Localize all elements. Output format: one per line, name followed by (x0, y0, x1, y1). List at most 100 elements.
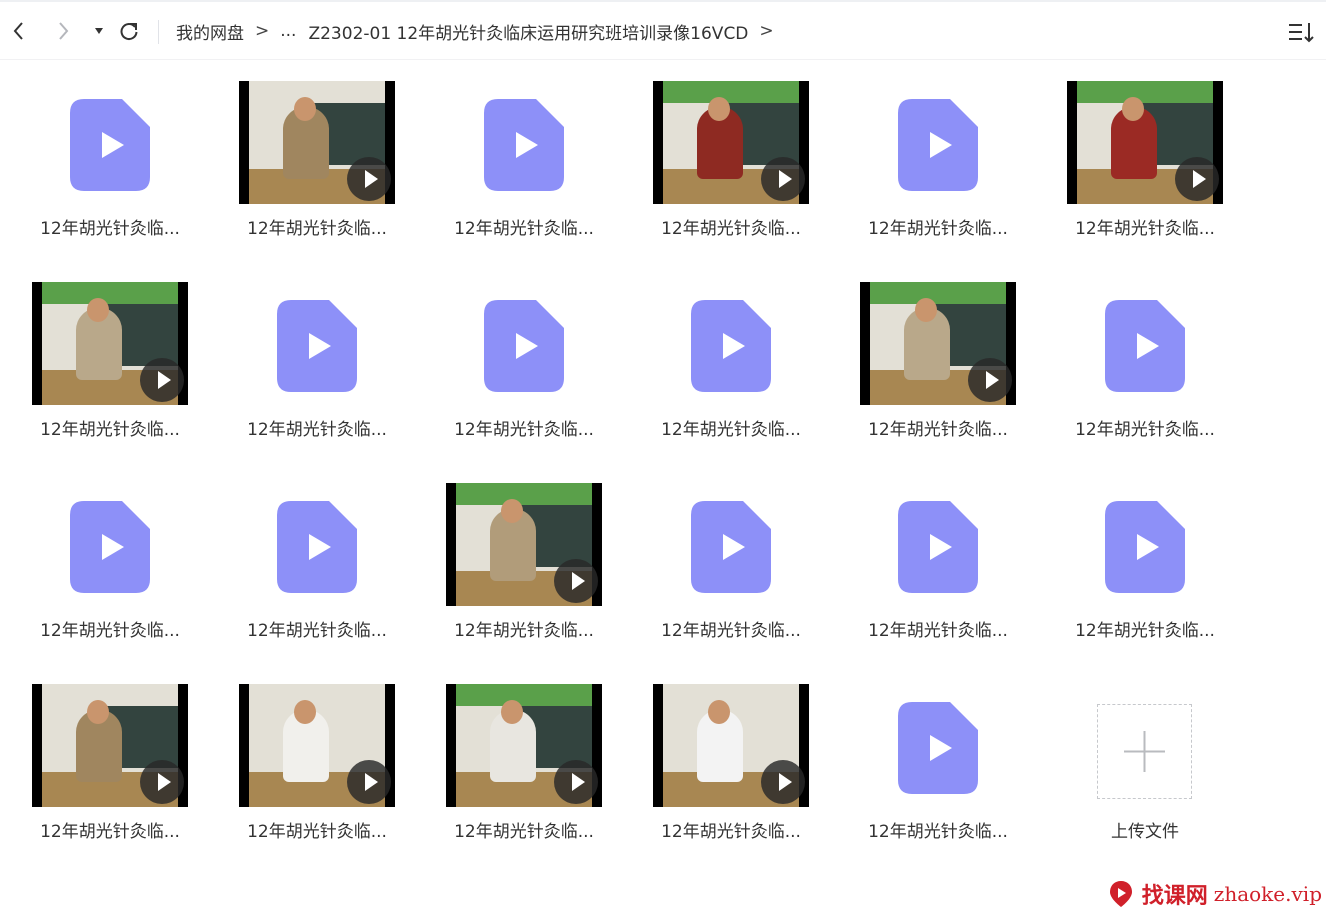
video-file-icon (898, 702, 978, 794)
toolbar: 我的网盘 > ... Z2302-01 12年胡光针灸临床运用研究班培训录像16… (0, 2, 1326, 60)
breadcrumb-separator: > (759, 21, 774, 41)
play-icon (140, 760, 184, 804)
file-name: 12年胡光针灸临... (40, 219, 180, 239)
video-file-icon (277, 300, 357, 392)
video-thumbnail (446, 684, 602, 807)
file-tile[interactable]: 12年胡光针灸临... (429, 282, 619, 472)
video-file-icon (898, 99, 978, 191)
refresh-button[interactable] (116, 16, 142, 46)
file-name: 12年胡光针灸临... (247, 219, 387, 239)
video-thumbnail (1067, 81, 1223, 204)
video-file-icon (691, 300, 771, 392)
file-name: 12年胡光针灸临... (454, 621, 594, 641)
file-tile[interactable]: 12年胡光针灸临... (15, 684, 205, 874)
video-thumbnail (446, 483, 602, 606)
file-tile[interactable]: 12年胡光针灸临... (636, 483, 826, 673)
file-name: 12年胡光针灸临... (40, 822, 180, 842)
file-tile[interactable]: 12年胡光针灸临... (843, 282, 1033, 472)
history-dropdown-button[interactable] (86, 16, 112, 46)
play-icon (347, 760, 391, 804)
video-file-icon (484, 300, 564, 392)
file-tile[interactable]: 12年胡光针灸临... (222, 81, 412, 271)
file-tile[interactable]: 12年胡光针灸临... (222, 282, 412, 472)
file-name: 12年胡光针灸临... (1075, 420, 1215, 440)
upload-label: 上传文件 (1111, 822, 1179, 842)
video-thumbnail (239, 684, 395, 807)
file-tile[interactable]: 12年胡光针灸临... (843, 483, 1033, 673)
file-name: 12年胡光针灸临... (1075, 621, 1215, 641)
file-tile[interactable]: 12年胡光针灸临... (1050, 81, 1240, 271)
file-tile[interactable]: 12年胡光针灸临... (636, 282, 826, 472)
video-file-icon (898, 501, 978, 593)
chevron-right-icon (59, 22, 69, 40)
file-name: 12年胡光针灸临... (868, 420, 1008, 440)
video-thumbnail (32, 684, 188, 807)
upload-box (1097, 704, 1192, 799)
watermark-text-cn: 找课网 (1141, 883, 1208, 909)
file-name: 12年胡光针灸临... (454, 219, 594, 239)
file-tile[interactable]: 12年胡光针灸临... (15, 81, 205, 271)
breadcrumb: 我的网盘 > ... Z2302-01 12年胡光针灸临床运用研究班培训录像16… (176, 2, 785, 60)
breadcrumb-root[interactable]: 我的网盘 (176, 19, 244, 44)
file-tile[interactable]: 12年胡光针灸临... (429, 81, 619, 271)
video-thumbnail (239, 81, 395, 204)
file-tile[interactable]: 12年胡光针灸临... (222, 483, 412, 673)
file-tile[interactable]: 12年胡光针灸临... (429, 684, 619, 874)
file-name: 12年胡光针灸临... (868, 219, 1008, 239)
toolbar-divider (158, 20, 159, 44)
breadcrumb-separator: > (255, 21, 270, 41)
sort-button[interactable] (1286, 16, 1316, 48)
play-icon (554, 559, 598, 603)
location-pin-icon (1109, 881, 1132, 907)
file-tile[interactable]: 12年胡光针灸临... (636, 81, 826, 271)
file-tile[interactable]: 12年胡光针灸临... (843, 81, 1033, 271)
file-tile[interactable]: 12年胡光针灸临... (1050, 282, 1240, 472)
upload-file-button[interactable]: 上传文件 (1050, 684, 1240, 874)
watermark: 找课网 zhaoke.vip (1106, 879, 1322, 909)
video-thumbnail (32, 282, 188, 405)
file-name: 12年胡光针灸临... (661, 621, 801, 641)
plus-icon (1124, 731, 1165, 772)
caret-down-icon (95, 28, 103, 34)
sort-icon (1289, 23, 1314, 43)
file-name: 12年胡光针灸临... (661, 219, 801, 239)
file-name: 12年胡光针灸临... (40, 621, 180, 641)
video-file-icon (1105, 300, 1185, 392)
file-tile[interactable]: 12年胡光针灸临... (636, 684, 826, 874)
video-thumbnail (860, 282, 1016, 405)
file-name: 12年胡光针灸临... (454, 420, 594, 440)
play-icon (1175, 157, 1219, 201)
video-file-icon (484, 99, 564, 191)
file-tile[interactable]: 12年胡光针灸临... (1050, 483, 1240, 673)
file-name: 12年胡光针灸临... (247, 621, 387, 641)
file-name: 12年胡光针灸临... (247, 822, 387, 842)
video-file-icon (277, 501, 357, 593)
file-tile[interactable]: 12年胡光针灸临... (843, 684, 1033, 874)
breadcrumb-current-folder[interactable]: Z2302-01 12年胡光针灸临床运用研究班培训录像16VCD (308, 19, 748, 44)
watermark-text-en: zhaoke.vip (1213, 882, 1322, 906)
play-icon (140, 358, 184, 402)
play-icon (554, 760, 598, 804)
play-icon (761, 157, 805, 201)
play-icon (761, 760, 805, 804)
forward-button[interactable] (50, 16, 76, 46)
file-name: 12年胡光针灸临... (868, 822, 1008, 842)
file-tile[interactable]: 12年胡光针灸临... (15, 483, 205, 673)
refresh-icon (120, 23, 138, 41)
video-file-icon (70, 99, 150, 191)
file-tile[interactable]: 12年胡光针灸临... (429, 483, 619, 673)
file-name: 12年胡光针灸临... (661, 420, 801, 440)
play-icon (968, 358, 1012, 402)
file-tile[interactable]: 12年胡光针灸临... (222, 684, 412, 874)
video-thumbnail (653, 81, 809, 204)
video-file-icon (1105, 501, 1185, 593)
chevron-left-icon (13, 22, 23, 40)
back-button[interactable] (6, 16, 32, 46)
video-thumbnail (653, 684, 809, 807)
file-tile[interactable]: 12年胡光针灸临... (15, 282, 205, 472)
file-name: 12年胡光针灸临... (247, 420, 387, 440)
video-file-icon (70, 501, 150, 593)
video-file-icon (691, 501, 771, 593)
file-name: 12年胡光针灸临... (40, 420, 180, 440)
breadcrumb-ellipsis[interactable]: ... (280, 21, 296, 41)
